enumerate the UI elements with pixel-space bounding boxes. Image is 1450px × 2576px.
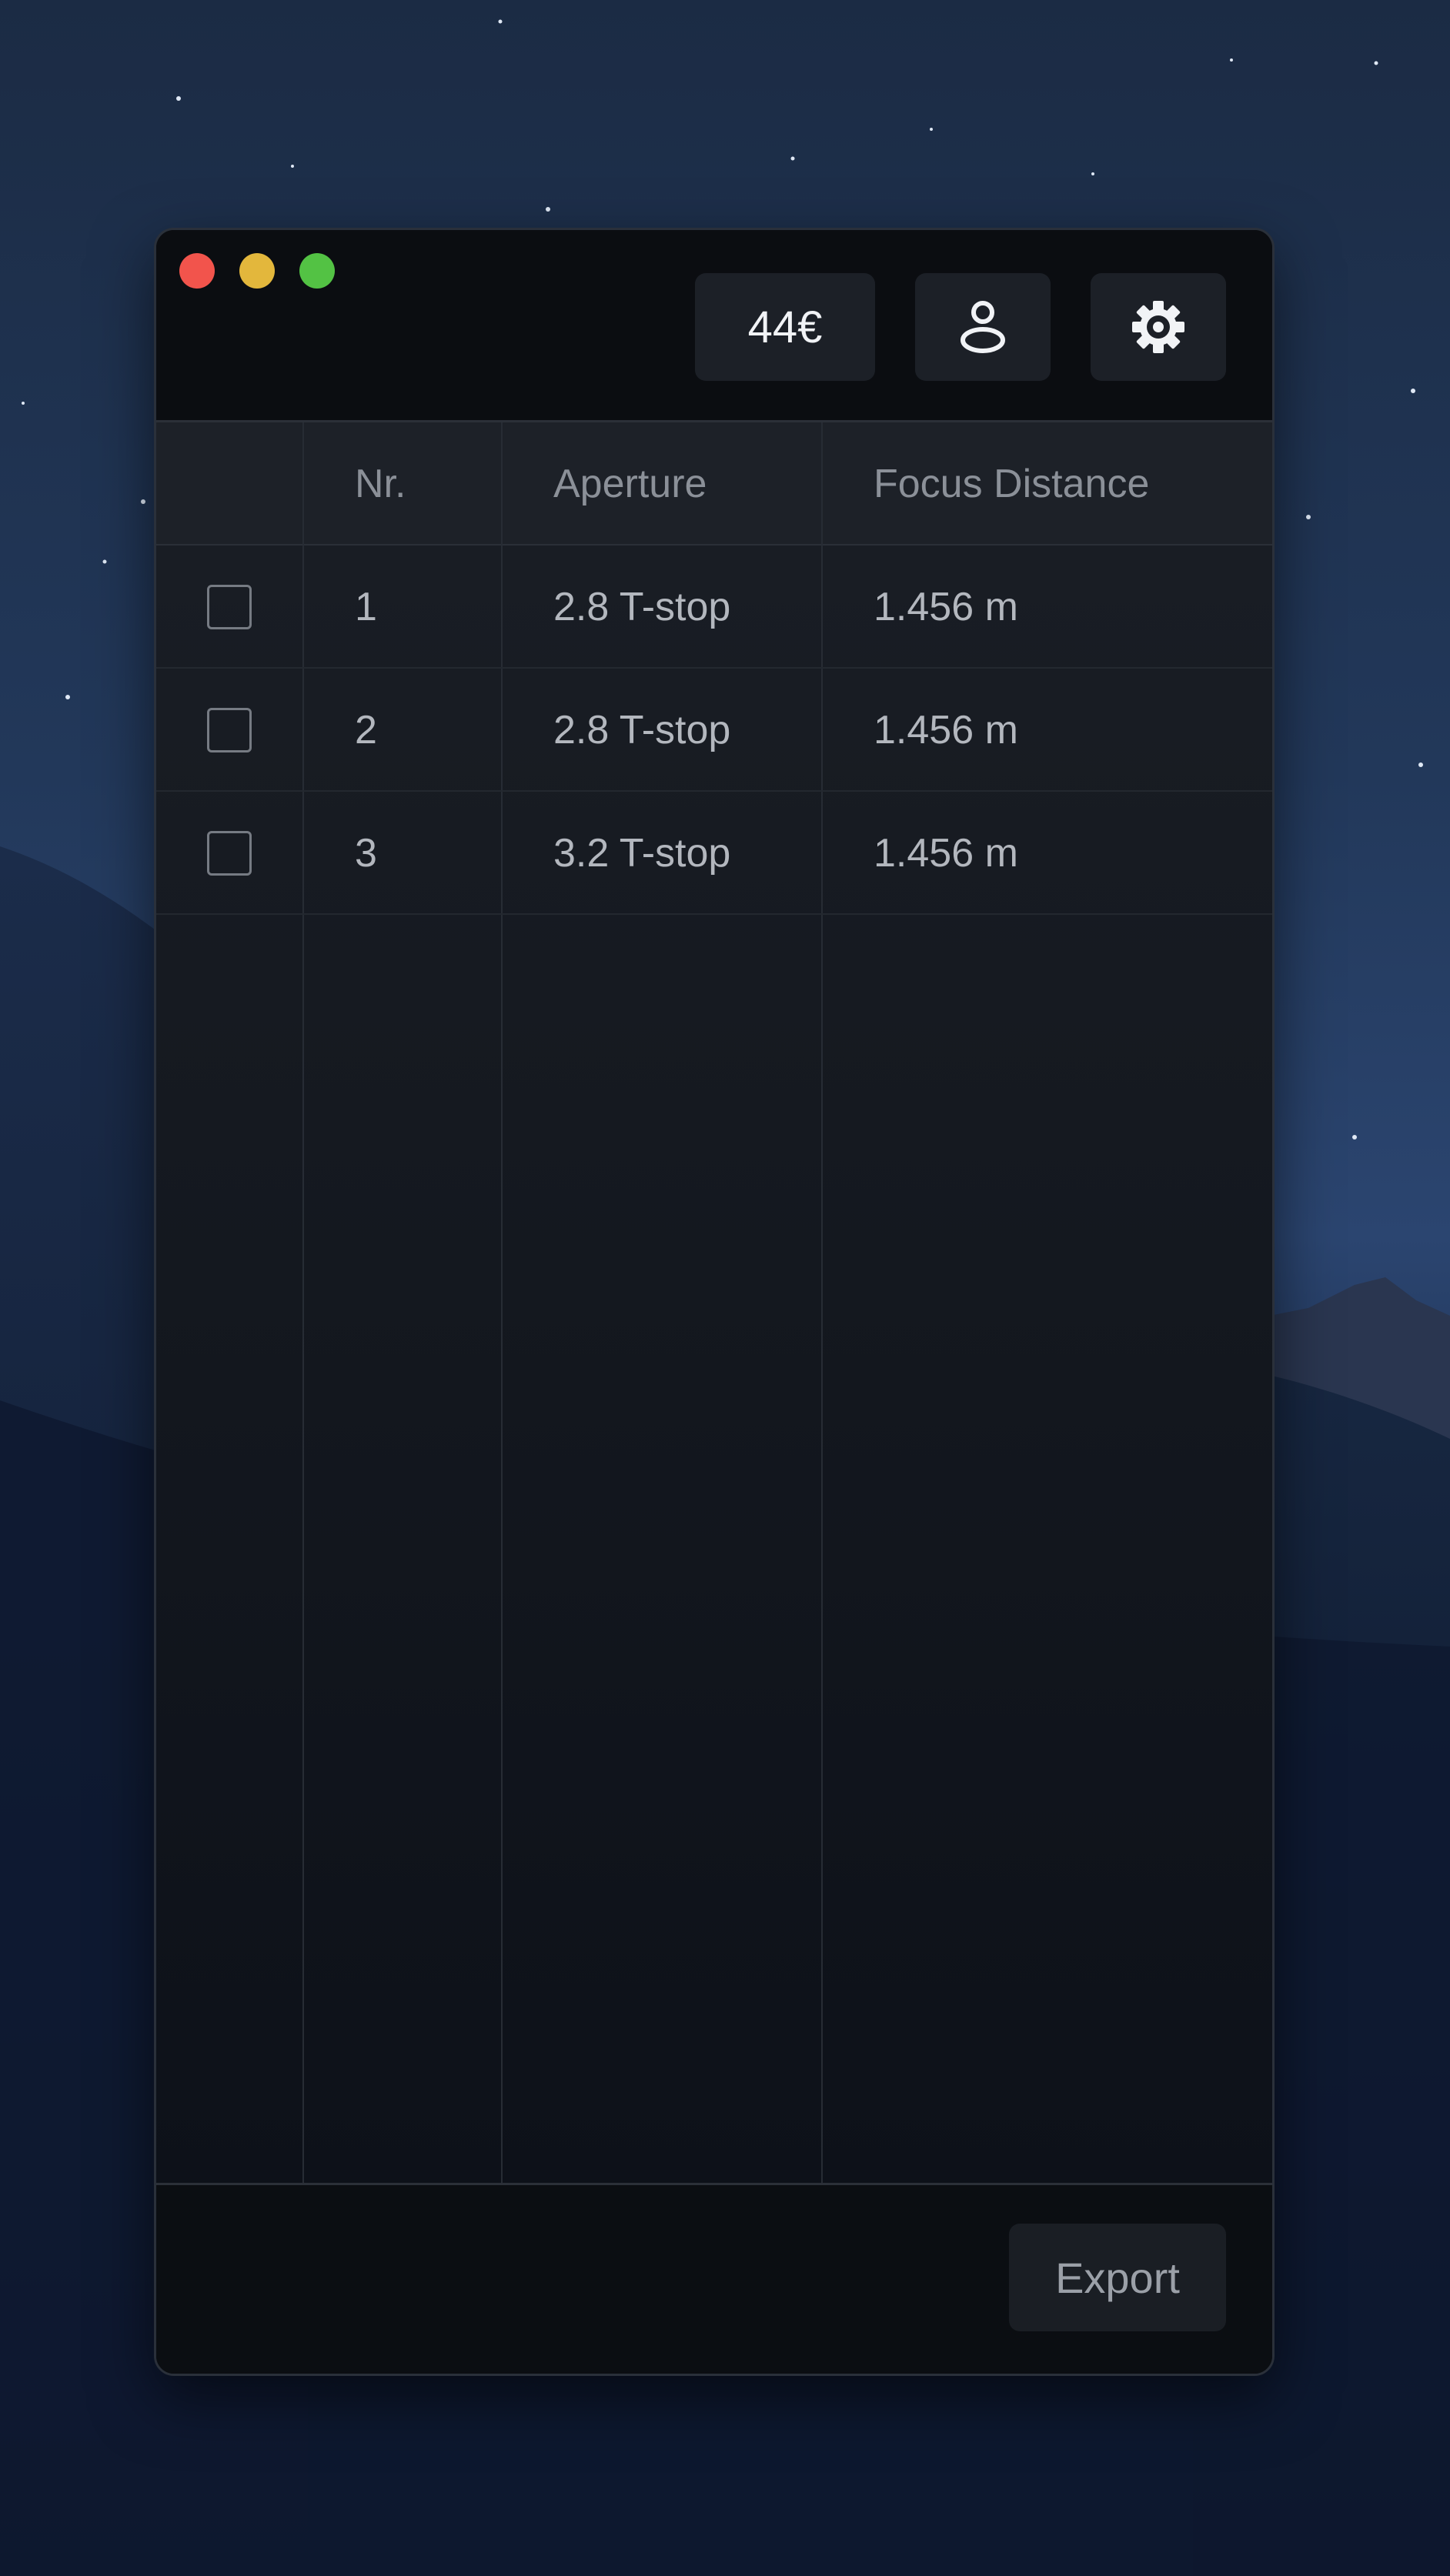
cell-aperture: 2.8 T-stop	[553, 708, 731, 752]
table-row[interactable]: 1 2.8 T-stop 1.456 m	[156, 546, 1272, 669]
person-icon	[961, 301, 1005, 353]
row-checkbox[interactable]	[207, 585, 252, 629]
cell-focus-distance: 1.456 m	[874, 831, 1018, 876]
shots-table: Nr. Aperture Focus Distance 1 2.8 T-stop…	[156, 422, 1272, 2183]
table-row[interactable]: 3 3.2 T-stop 1.456 m	[156, 792, 1272, 915]
table-row[interactable]: 2 2.8 T-stop 1.456 m	[156, 669, 1272, 792]
export-button[interactable]: Export	[1009, 2224, 1226, 2331]
cell-aperture: 3.2 T-stop	[553, 831, 731, 876]
header-nr[interactable]: Nr.	[355, 422, 406, 546]
close-window-button[interactable]	[179, 253, 215, 289]
cell-focus-distance: 1.456 m	[874, 585, 1018, 629]
cell-nr: 1	[355, 585, 377, 629]
price-button[interactable]: 44€	[695, 273, 875, 381]
footer-bar: Export	[156, 2183, 1272, 2374]
cell-aperture: 2.8 T-stop	[553, 585, 731, 629]
header-aperture[interactable]: Aperture	[553, 422, 707, 546]
gear-icon	[1132, 301, 1184, 353]
app-window: 44€ Nr. Aperture Focus Distance 1 2.8 T-…	[154, 228, 1275, 2376]
header-focus-distance[interactable]: Focus Distance	[874, 422, 1149, 546]
settings-button[interactable]	[1091, 273, 1226, 381]
export-label: Export	[1055, 2253, 1180, 2302]
price-label: 44€	[747, 302, 823, 352]
cell-nr: 3	[355, 831, 377, 876]
row-checkbox[interactable]	[207, 708, 252, 752]
minimize-window-button[interactable]	[239, 253, 275, 289]
title-bar: 44€	[156, 230, 1272, 422]
account-button[interactable]	[915, 273, 1051, 381]
table-header: Nr. Aperture Focus Distance	[156, 422, 1272, 546]
cell-focus-distance: 1.456 m	[874, 708, 1018, 752]
header-select	[156, 422, 302, 546]
cell-nr: 2	[355, 708, 377, 752]
maximize-window-button[interactable]	[299, 253, 335, 289]
row-checkbox[interactable]	[207, 831, 252, 876]
